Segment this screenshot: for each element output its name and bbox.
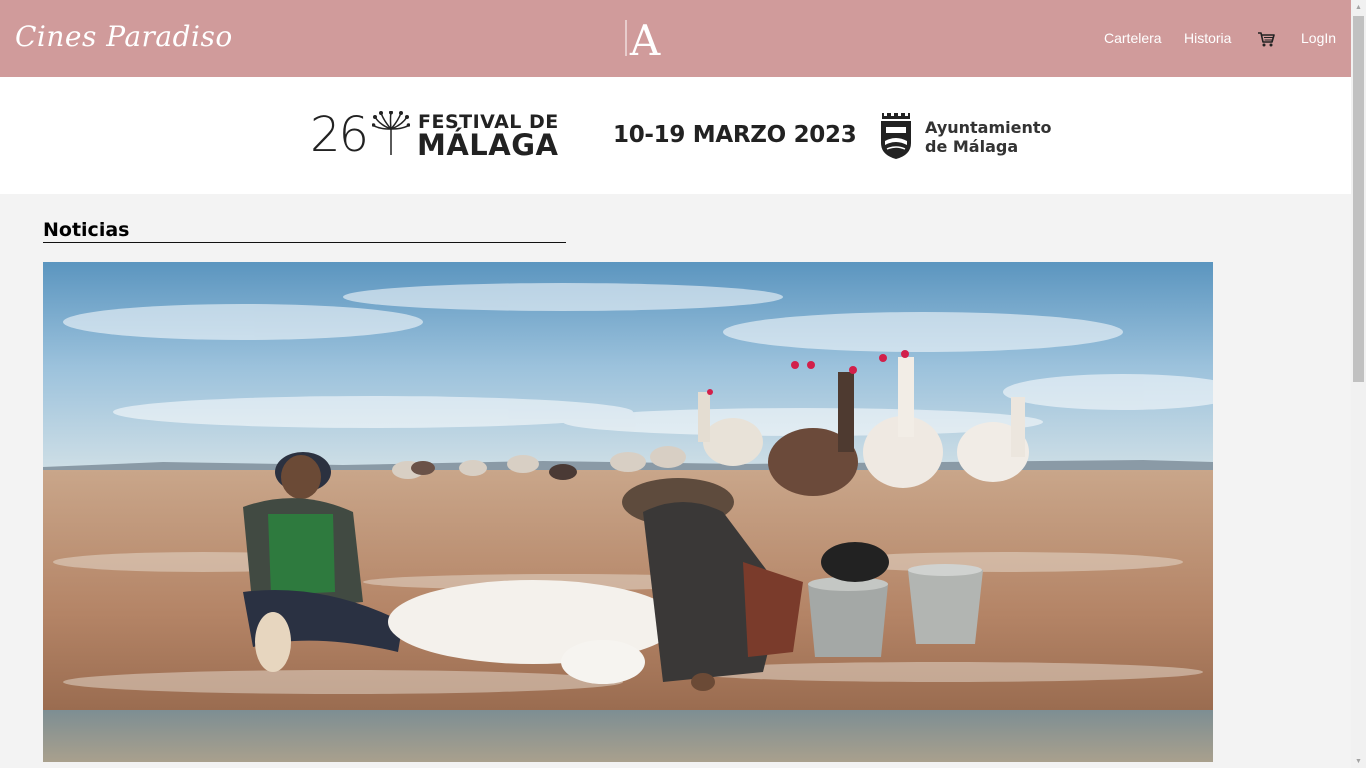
nav-cartelera[interactable]: Cartelera xyxy=(1104,30,1162,46)
city-council-line2: de Málaga xyxy=(925,137,1019,156)
page-scrollbar[interactable]: ▲ ▼ xyxy=(1351,0,1366,768)
scroll-down-arrow-icon[interactable]: ▼ xyxy=(1351,754,1366,768)
scroll-thumb[interactable] xyxy=(1353,16,1364,382)
logo-letter: A xyxy=(629,16,661,62)
city-council-label: Ayuntamiento de Málaga xyxy=(925,118,1052,156)
news-image[interactable] xyxy=(43,262,1213,762)
city-crest-icon xyxy=(879,113,913,159)
header-bar: Cines Paradiso A Cartelera Historia LogI… xyxy=(0,0,1351,77)
biznaga-flower-icon xyxy=(371,110,411,157)
scroll-up-arrow-icon[interactable]: ▲ xyxy=(1351,0,1366,14)
news-section-title: Noticias xyxy=(43,219,566,243)
festival-name-line2: MÁLAGA xyxy=(417,128,559,162)
brand-logo[interactable]: Cines Paradiso xyxy=(15,20,233,53)
festival-edition: 26 xyxy=(310,107,369,163)
festival-banner[interactable]: 26 FESTIVAL DE MÁLAGA 10-19 MARZO 2023 A… xyxy=(0,77,1351,194)
nav-historia[interactable]: Historia xyxy=(1184,30,1231,46)
city-council-line1: Ayuntamiento xyxy=(925,118,1052,137)
nav-login[interactable]: LogIn xyxy=(1301,30,1336,46)
site-logo-icon[interactable]: A xyxy=(620,12,666,65)
cart-icon[interactable] xyxy=(1257,30,1275,48)
festival-dates: 10-19 MARZO 2023 xyxy=(613,122,857,148)
